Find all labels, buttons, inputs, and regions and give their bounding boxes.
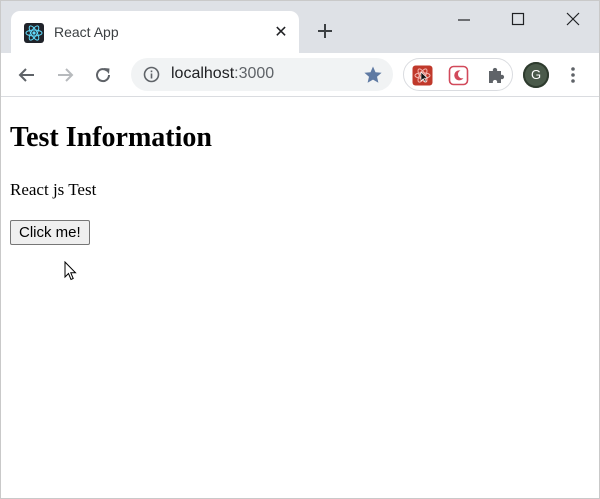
kebab-menu-icon[interactable]	[563, 65, 583, 85]
maximize-icon[interactable]	[495, 9, 541, 31]
star-icon[interactable]	[363, 65, 383, 85]
url-port: :3000	[234, 65, 275, 82]
arrow-right-icon[interactable]	[53, 63, 77, 87]
reload-icon[interactable]	[91, 63, 115, 87]
react-logo-icon	[24, 23, 44, 43]
browser-toolbar: localhost:3000 G	[1, 53, 599, 97]
arrow-left-icon[interactable]	[15, 63, 39, 87]
plus-icon[interactable]	[315, 21, 335, 41]
url-host: localhost	[171, 65, 235, 82]
tab-title: React App	[54, 24, 119, 40]
avatar[interactable]: G	[523, 62, 549, 88]
tab-react-app[interactable]: React App ✕	[11, 11, 299, 53]
tab-strip: React App ✕	[1, 1, 599, 53]
click-me-button[interactable]: Click me!	[10, 220, 90, 245]
page-title: Test Information	[10, 122, 212, 153]
info-icon[interactable]	[143, 66, 160, 83]
close-icon[interactable]	[550, 9, 596, 31]
puzzle-icon[interactable]	[486, 65, 507, 86]
extensions-area	[403, 58, 513, 91]
page-subtitle: React js Test	[10, 180, 97, 199]
react-devtools-icon[interactable]	[412, 65, 433, 86]
page-content: Test Information React js Test Click me!	[1, 97, 599, 498]
tab-close-icon[interactable]: ✕	[273, 24, 289, 40]
mouse-pointer-icon	[64, 260, 78, 281]
dark-mode-icon[interactable]	[448, 65, 469, 86]
address-bar[interactable]: localhost:3000	[131, 58, 393, 91]
url-text[interactable]: localhost:3000	[171, 65, 274, 83]
browser-window: React App ✕ localhost:3000 G Test Inform…	[0, 0, 600, 499]
minimize-icon[interactable]	[441, 9, 487, 31]
